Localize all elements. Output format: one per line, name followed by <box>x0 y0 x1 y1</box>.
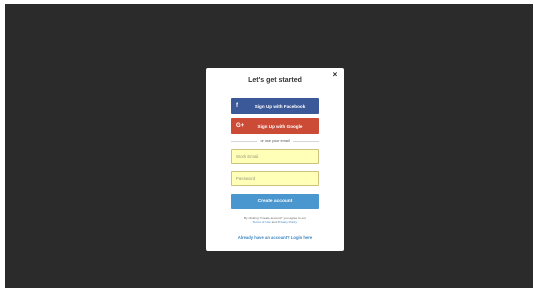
modal-title: Let's get started <box>248 77 302 84</box>
terms-of-use-link[interactable]: Terms of Use <box>252 220 270 224</box>
signup-modal: × Let's get started f Sign Up with Faceb… <box>206 68 344 251</box>
privacy-policy-link[interactable]: Privacy Policy <box>278 220 297 224</box>
facebook-signup-button[interactable]: f Sign Up with Facebook <box>231 98 319 114</box>
work-email-input[interactable] <box>231 149 319 164</box>
terms-and: and <box>270 220 278 225</box>
password-input[interactable] <box>231 171 319 186</box>
create-account-button[interactable]: Create account <box>231 194 319 209</box>
modal-backdrop[interactable]: × Let's get started f Sign Up with Faceb… <box>5 4 533 288</box>
email-divider: or use your email <box>231 138 319 144</box>
divider-line-left <box>231 140 258 142</box>
divider-line-right <box>292 140 319 142</box>
login-link[interactable]: Already have an account? Login here <box>206 235 344 240</box>
divider-text: or use your email <box>260 139 290 143</box>
facebook-icon: f <box>236 103 238 109</box>
google-signup-button[interactable]: G+ Sign Up with Google <box>231 118 319 134</box>
terms-notice: By clicking "Create account" you agree t… <box>220 216 330 224</box>
google-signup-label: Sign Up with Google <box>257 123 303 129</box>
google-plus-icon: G+ <box>236 123 245 129</box>
facebook-signup-label: Sign Up with Facebook <box>254 103 306 109</box>
terms-suffix: . <box>296 220 298 225</box>
